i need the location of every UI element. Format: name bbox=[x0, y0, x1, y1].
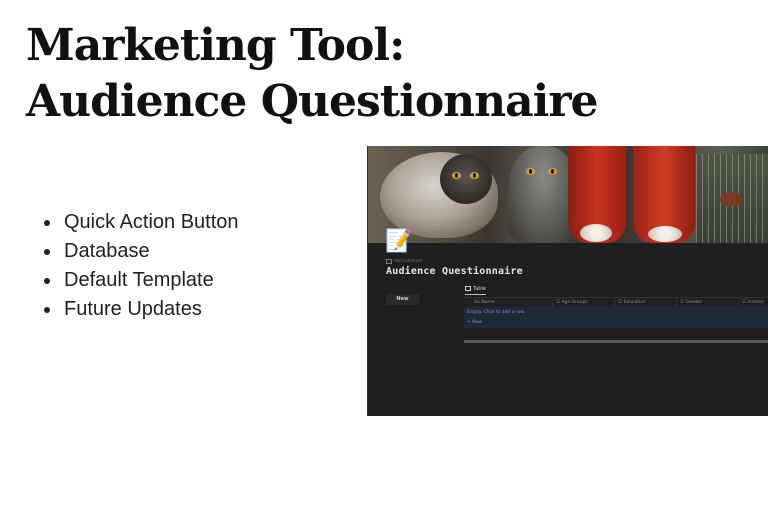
slide-title-line-2: Audience Questionnaire bbox=[26, 76, 599, 127]
empty-table-message[interactable]: Empty. Click to add a row. bbox=[467, 310, 525, 315]
table-body: Empty. Click to add a row. + New bbox=[464, 307, 768, 328]
memo-icon[interactable]: 📝 bbox=[385, 228, 412, 254]
add-comment-button[interactable]: Add comment bbox=[386, 258, 422, 264]
column-header-name[interactable]: Aa Name bbox=[464, 298, 553, 307]
bird bbox=[720, 192, 742, 206]
lace-cuff bbox=[648, 226, 682, 242]
slide-title-line-1: Marketing Tool: bbox=[26, 20, 405, 71]
cat-eye bbox=[526, 168, 535, 175]
column-header-gender[interactable]: ☰ Gender bbox=[677, 298, 739, 307]
column-header-age-groups[interactable]: ☰ Age Groups bbox=[553, 298, 615, 307]
column-header-income[interactable]: ☰ Income bbox=[739, 298, 768, 307]
column-header-education[interactable]: ☰ Education bbox=[615, 298, 677, 307]
add-row-button[interactable]: + New bbox=[467, 320, 482, 325]
page-title[interactable]: Audience Questionnaire bbox=[386, 266, 523, 277]
horizontal-scrollbar[interactable] bbox=[464, 340, 768, 343]
comment-icon bbox=[386, 258, 392, 264]
tab-table-label: Table bbox=[473, 286, 486, 292]
feature-list: Quick Action Button Database Default Tem… bbox=[40, 208, 239, 324]
cat-eye bbox=[548, 168, 557, 175]
table-icon bbox=[465, 286, 471, 291]
cat-painting-left bbox=[380, 152, 498, 238]
cat-eye bbox=[452, 172, 461, 179]
cover-image[interactable] bbox=[368, 146, 768, 243]
lace-cuff bbox=[580, 224, 612, 242]
tab-table[interactable]: Table bbox=[465, 286, 486, 295]
app-screenshot: 📝 Add comment Audience Questionnaire New… bbox=[367, 146, 768, 416]
cat-eye bbox=[470, 172, 479, 179]
feature-item: Quick Action Button bbox=[62, 208, 239, 237]
add-comment-label: Add comment bbox=[394, 258, 423, 263]
feature-item: Default Template bbox=[62, 266, 239, 295]
slide-title: Marketing Tool: Audience Questionnaire bbox=[26, 18, 599, 130]
feature-item: Future Updates bbox=[62, 295, 239, 324]
feature-item: Database bbox=[62, 237, 239, 266]
new-button[interactable]: New bbox=[386, 294, 419, 305]
